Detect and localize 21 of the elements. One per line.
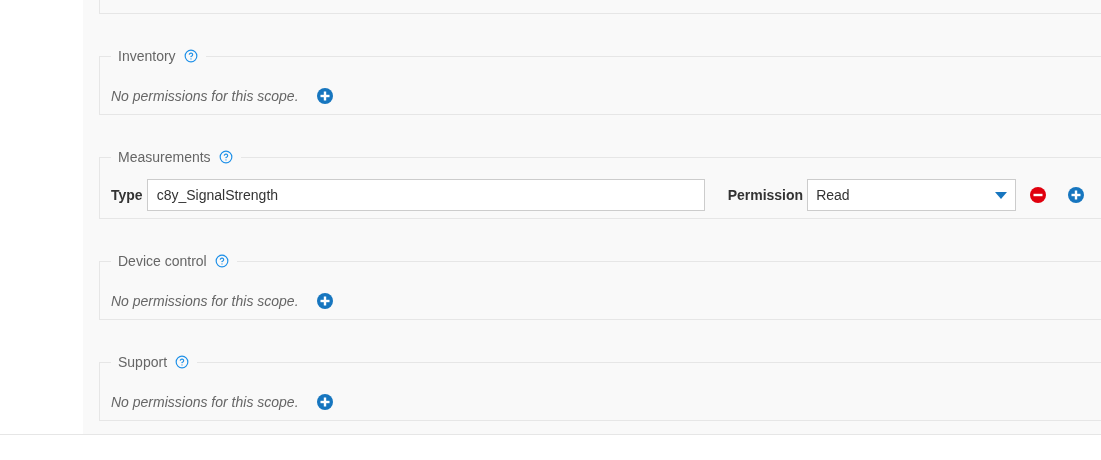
- scope-title: Support: [118, 354, 168, 370]
- empty-message: No permissions for this scope.: [111, 293, 299, 309]
- help-icon[interactable]: [175, 355, 190, 369]
- help-icon[interactable]: [183, 49, 198, 63]
- caret-icon: [995, 191, 1008, 199]
- help-icon[interactable]: [214, 254, 229, 268]
- add-icon[interactable]: [316, 293, 333, 309]
- scope-title: Measurements: [118, 149, 211, 165]
- scope-title: Inventory: [118, 48, 176, 64]
- type-field[interactable]: c8y_SignalStrength: [146, 179, 705, 211]
- add-icon[interactable]: [1068, 187, 1085, 203]
- empty-message: No permissions for this scope.: [111, 88, 299, 104]
- add-icon[interactable]: [316, 394, 333, 410]
- permission-label: Permission: [727, 187, 804, 203]
- scope-title: Device control: [118, 253, 207, 269]
- help-icon[interactable]: [218, 150, 233, 164]
- type-label: Type: [111, 187, 143, 203]
- add-icon[interactable]: [316, 88, 333, 104]
- empty-message: No permissions for this scope.: [111, 394, 299, 410]
- remove-icon[interactable]: [1030, 187, 1047, 203]
- permission-select[interactable]: Read: [807, 179, 1017, 211]
